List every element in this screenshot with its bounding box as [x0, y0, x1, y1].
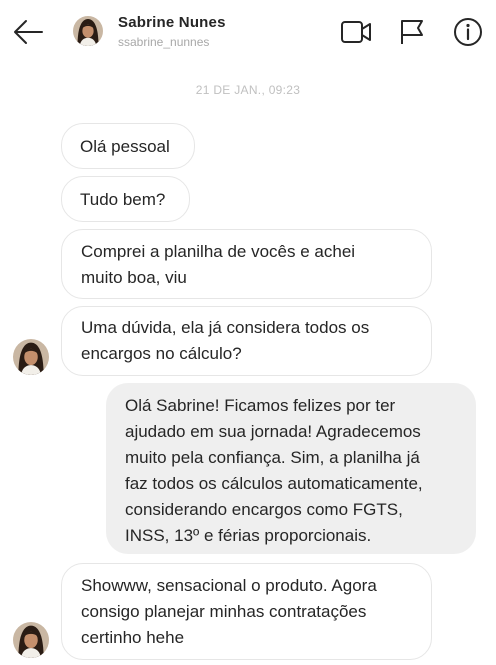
avatar[interactable]: [13, 622, 49, 658]
message-bubble-outgoing[interactable]: Olá Sabrine! Ficamos felizes por ter aju…: [106, 383, 476, 554]
message-bubble-incoming[interactable]: Tudo bem?: [61, 176, 190, 222]
video-camera-icon: [341, 21, 371, 43]
message-bubble-incoming[interactable]: Uma dúvida, ela já considera todos os en…: [61, 306, 432, 376]
arrow-left-icon: [14, 20, 43, 44]
video-call-button[interactable]: [340, 16, 372, 48]
message-line: Olá Sabrine! Ficamos felizes por ter: [125, 396, 396, 415]
back-button[interactable]: [12, 17, 44, 47]
message-line: considerando encargos como FGTS,: [125, 500, 403, 519]
avatar[interactable]: [13, 339, 49, 375]
message-line: Olá pessoal: [80, 137, 170, 156]
contact-name[interactable]: Sabrine Nunes: [118, 14, 226, 31]
info-button[interactable]: [452, 16, 484, 48]
flag-icon: [401, 20, 423, 44]
message-line: Uma dúvida, ela já considera todos os: [81, 318, 370, 337]
message-line: certinho hehe: [81, 628, 185, 647]
message-line: Showww, sensacional o produto. Agora: [81, 576, 377, 595]
message-line: ajudado em sua jornada! Agradecemos: [125, 422, 421, 441]
message-bubble-incoming[interactable]: Olá pessoal: [61, 123, 195, 169]
message-line: INSS, 13º e férias proporcionais.: [125, 526, 372, 545]
message-line: Tudo bem?: [80, 190, 166, 209]
message-line: Comprei a planilha de vocês e achei: [81, 242, 356, 261]
message-line: encargos no cálculo?: [81, 344, 242, 363]
message-bubble-incoming[interactable]: Comprei a planilha de vocês e achei muit…: [61, 229, 432, 299]
report-button[interactable]: [396, 16, 428, 48]
avatar[interactable]: [73, 16, 103, 46]
chat-header: Sabrine Nunes ssabrine_nunnes: [0, 0, 496, 62]
message-line: consigo planejar minhas contratações: [81, 602, 367, 621]
message-line: muito boa, viu: [81, 268, 187, 287]
info-icon: [454, 18, 482, 46]
message-timestamp: 21 DE JAN., 09:23: [195, 83, 301, 97]
message-line: faz todos os cálculos automaticamente,: [125, 474, 423, 493]
contact-handle: ssabrine_nunnes: [118, 35, 210, 49]
message-line: muito pela confiança. Sim, a planilha já: [125, 448, 420, 467]
message-bubble-incoming[interactable]: Showww, sensacional o produto. Agora con…: [61, 563, 432, 660]
